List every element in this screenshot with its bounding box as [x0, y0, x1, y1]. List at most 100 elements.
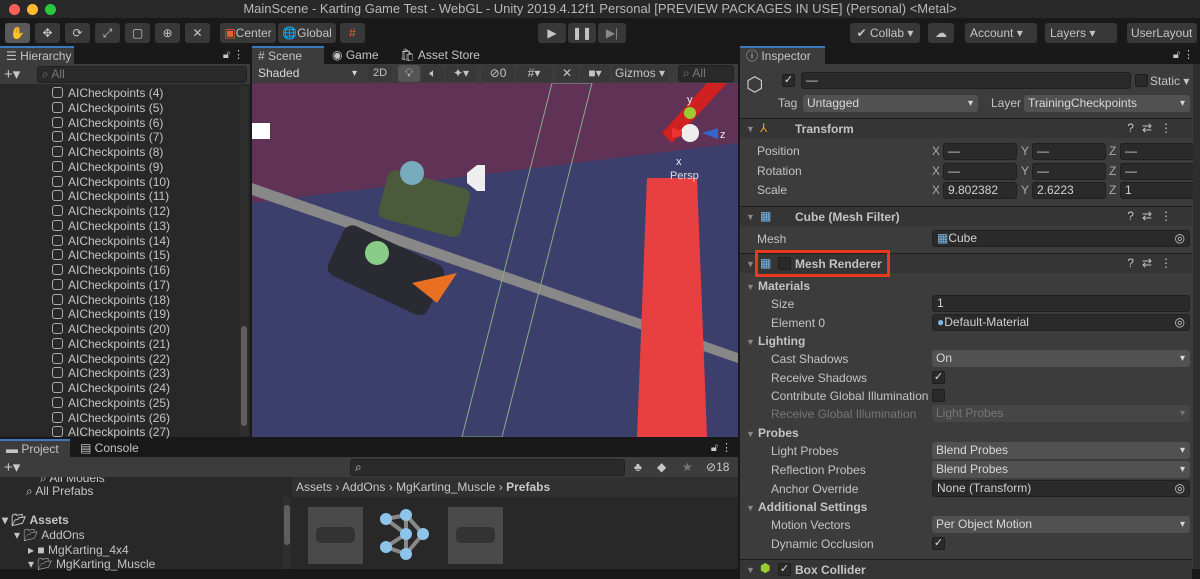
transform-y-field[interactable]: 2.6223: [1032, 182, 1106, 199]
scene-search-input[interactable]: ⌕ All: [678, 65, 734, 82]
tab-console[interactable]: ▤ Console: [74, 439, 145, 457]
section-probes[interactable]: Probes: [758, 426, 799, 440]
hierarchy-item[interactable]: AICheckpoints (17): [52, 278, 170, 292]
pivot-global-button[interactable]: 🌐Global: [278, 23, 336, 43]
create-button[interactable]: +▾: [4, 458, 20, 476]
2d-toggle[interactable]: 2D: [368, 65, 392, 82]
lock-icon[interactable]: 🔓︎ ⋮: [1173, 48, 1194, 62]
pivot-center-button[interactable]: ▣Center: [220, 23, 276, 43]
project-search-input[interactable]: ⌕: [350, 459, 625, 476]
lighting-toggle-icon[interactable]: 💡︎: [398, 65, 420, 82]
transform-z-field[interactable]: 1: [1120, 182, 1194, 199]
hierarchy-item[interactable]: AICheckpoints (6): [52, 116, 163, 130]
hierarchy-scrollbar[interactable]: [240, 86, 248, 436]
add-button[interactable]: +▾: [4, 65, 20, 83]
transform-y-field[interactable]: —: [1032, 162, 1106, 180]
breadcrumb-item[interactable]: AddOns: [342, 480, 385, 494]
tab-game[interactable]: ◉ Game: [326, 46, 385, 64]
breadcrumb-item[interactable]: MgKarting_Muscle: [396, 480, 495, 494]
shading-mode-dropdown[interactable]: Shaded: [254, 65, 362, 82]
scene-viewport[interactable]: y z x Persp: [252, 83, 738, 437]
audio-toggle-icon[interactable]: 🔈︎: [422, 65, 444, 82]
hierarchy-item[interactable]: AICheckpoints (12): [52, 204, 170, 218]
element0-field[interactable]: ●Default-Material ◎: [932, 314, 1190, 331]
foldout-arrow[interactable]: ▼: [746, 282, 755, 292]
hierarchy-item[interactable]: AICheckpoints (14): [52, 234, 170, 248]
minimize-window-button[interactable]: [27, 4, 38, 15]
gizmos-dropdown[interactable]: Gizmos ▾: [612, 65, 668, 82]
contribute_gi-checkbox[interactable]: [932, 389, 945, 402]
effects-dropdown-icon[interactable]: ✦▾: [446, 65, 476, 82]
section-additional[interactable]: Additional Settings: [758, 500, 867, 514]
component-menu-icons[interactable]: ?⇄⋮: [1127, 121, 1180, 135]
tab-scene[interactable]: # Scene: [252, 46, 324, 64]
step-button[interactable]: ▶|: [598, 23, 626, 43]
active-checkbox[interactable]: ✓: [782, 74, 795, 87]
hierarchy-item[interactable]: AICheckpoints (5): [52, 101, 163, 115]
size-field[interactable]: 1: [932, 295, 1190, 312]
hierarchy-item[interactable]: AICheckpoints (25): [52, 396, 170, 410]
layers-dropdown[interactable]: Layers ▾: [1045, 23, 1117, 43]
tree-addons[interactable]: ▾ 📂︎ AddOns: [14, 528, 85, 542]
hierarchy-item[interactable]: AICheckpoints (9): [52, 160, 163, 174]
asset-thumbnail-kart[interactable]: [308, 507, 363, 564]
hierarchy-item[interactable]: AICheckpoints (4): [52, 86, 163, 100]
account-dropdown[interactable]: Account ▾: [965, 23, 1037, 43]
transform-x-field[interactable]: —: [943, 162, 1017, 180]
rotate-tool-icon[interactable]: ⟳: [65, 23, 90, 43]
pause-button[interactable]: ❚❚: [568, 23, 596, 43]
hierarchy-item[interactable]: AICheckpoints (26): [52, 411, 170, 425]
tab-hierarchy[interactable]: ☰ Hierarchy: [0, 46, 74, 64]
foldout-arrow[interactable]: ▼: [746, 503, 755, 513]
transform-x-field[interactable]: 9.802382: [943, 182, 1017, 199]
hierarchy-item[interactable]: AICheckpoints (16): [52, 263, 170, 277]
tree-mgkarting-4x4[interactable]: ▸ ■ MgKarting_4x4: [28, 543, 129, 557]
cast_shadows-dropdown[interactable]: On: [932, 350, 1190, 367]
transform-tool-icon[interactable]: ⊕: [155, 23, 180, 43]
box-collider-header[interactable]: ▼ ⬢ ✓ Box Collider: [740, 559, 1192, 579]
name-field[interactable]: —: [801, 72, 1131, 89]
scale-tool-icon[interactable]: ⤢: [95, 23, 120, 43]
lock-icon[interactable]: 🔓︎ ⋮: [711, 441, 732, 455]
hierarchy-item[interactable]: AICheckpoints (11): [52, 189, 169, 203]
anchor-field[interactable]: None (Transform) ◎: [932, 480, 1190, 497]
hierarchy-item[interactable]: AICheckpoints (20): [52, 322, 170, 336]
custom-tool-icon[interactable]: ✕: [185, 23, 210, 43]
cloud-icon[interactable]: ☁: [928, 23, 954, 43]
hierarchy-item[interactable]: AICheckpoints (19): [52, 307, 170, 321]
lock-icon[interactable]: 🔓︎ ⋮: [223, 48, 244, 62]
static-checkbox[interactable]: [1135, 74, 1148, 87]
asset-thumbnail-neural-network[interactable]: [378, 509, 434, 564]
move-tool-icon[interactable]: ✥: [35, 23, 60, 43]
zoom-window-button[interactable]: [45, 4, 56, 15]
mesh-filter-header[interactable]: ▼ ▦ Cube (Mesh Filter) ?⇄⋮: [740, 206, 1192, 226]
dynamic_occlusion-checkbox[interactable]: ✓: [932, 537, 945, 550]
close-window-button[interactable]: [9, 4, 20, 15]
tab-asset-store[interactable]: 🛍︎ Asset Store: [394, 46, 486, 64]
hierarchy-item[interactable]: AICheckpoints (10): [52, 175, 170, 189]
component-menu-icons[interactable]: ?⇄⋮: [1127, 209, 1180, 223]
hierarchy-item[interactable]: AICheckpoints (27): [52, 425, 170, 439]
hierarchy-item[interactable]: AICheckpoints (7): [52, 130, 163, 144]
tab-inspector[interactable]: ⓘ Inspector: [740, 46, 825, 64]
transform-x-field[interactable]: —: [943, 143, 1017, 160]
favorite-all-prefabs[interactable]: ⌕ All Prefabs: [26, 484, 93, 499]
receive_shadows-checkbox[interactable]: ✓: [932, 371, 945, 384]
section-lighting[interactable]: Lighting: [758, 334, 805, 348]
favorite-icon[interactable]: ★: [682, 460, 693, 474]
breadcrumb-current[interactable]: Prefabs: [506, 480, 550, 494]
filter-type-icon[interactable]: ♣: [634, 460, 642, 474]
tree-scrollbar[interactable]: [283, 497, 291, 569]
mesh-field[interactable]: ▦Cube ◎: [932, 230, 1190, 247]
tag-dropdown[interactable]: Untagged: [803, 95, 978, 112]
camera-icon[interactable]: ■▾: [580, 65, 610, 82]
hidden-packages-icon[interactable]: ⊘18: [706, 460, 729, 474]
hierarchy-search-input[interactable]: ⌕ All: [37, 66, 247, 83]
transform-z-field[interactable]: —: [1120, 162, 1194, 180]
tree-assets[interactable]: ▾ 📂︎ Assets: [2, 513, 69, 527]
transform-header[interactable]: ▼ ⅄ Transform ?⇄⋮: [740, 118, 1192, 138]
hierarchy-item[interactable]: AICheckpoints (13): [52, 219, 170, 233]
transform-y-field[interactable]: —: [1032, 143, 1106, 160]
hierarchy-item[interactable]: AICheckpoints (15): [52, 248, 170, 262]
hidden-objects-icon[interactable]: ⊘0: [482, 65, 514, 82]
